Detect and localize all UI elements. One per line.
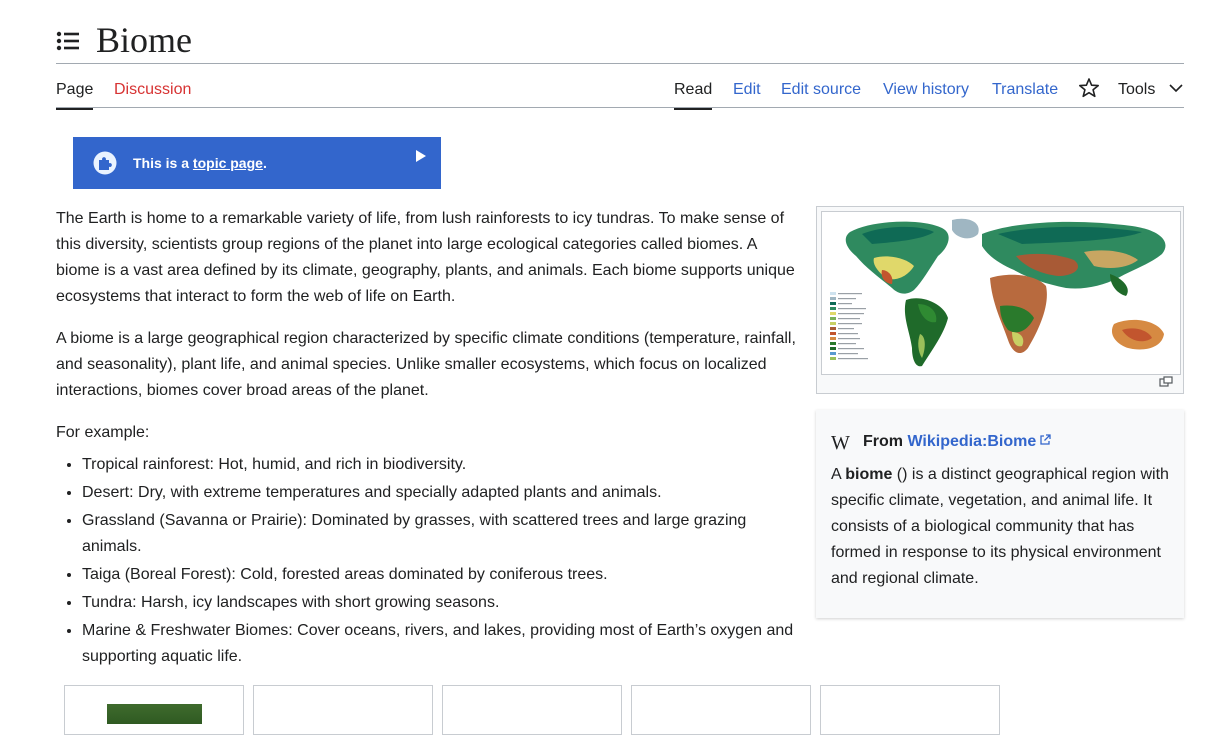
tools-menu[interactable]: Tools — [1118, 80, 1155, 100]
intro-paragraph-2: A biome is a large geographical region c… — [56, 330, 796, 399]
page-tabs: Page Discussion Read Edit Edit source Vi… — [56, 74, 1184, 110]
excerpt-body: () is a distinct geographical region wit… — [831, 466, 1169, 587]
excerpt-text: A biome () is a distinct geographical re… — [831, 462, 1171, 592]
chevron-down-icon[interactable] — [1169, 83, 1183, 93]
page-title: Biome — [96, 20, 192, 60]
list-item: Desert: Dry, with extreme temperatures a… — [82, 480, 796, 506]
gallery-item[interactable] — [820, 685, 1000, 735]
gallery-item[interactable] — [442, 685, 622, 735]
tabs-divider — [56, 107, 1184, 108]
list-icon[interactable] — [56, 30, 80, 52]
list-item: Grassland (Savanna or Prairie): Dominate… — [82, 508, 796, 560]
example-label: For example: — [56, 424, 150, 441]
title-divider — [56, 63, 1184, 64]
topic-banner: This is a topic page. — [73, 137, 441, 189]
tab-discussion[interactable]: Discussion — [114, 80, 191, 100]
tab-view-history[interactable]: View history — [883, 80, 969, 100]
excerpt-prefix: A — [831, 466, 846, 483]
from-label: From — [863, 433, 903, 450]
biome-examples-list: Tropical rainforest: Hot, humid, and ric… — [56, 452, 796, 670]
tab-read[interactable]: Read — [674, 80, 713, 110]
wikipedia-logo-icon: W — [831, 432, 850, 454]
gallery-item[interactable] — [64, 685, 244, 735]
list-item: Tundra: Harsh, icy landscapes with short… — [82, 590, 796, 616]
external-link-icon — [1040, 434, 1051, 445]
play-icon[interactable] — [415, 149, 427, 163]
gallery-item[interactable] — [253, 685, 433, 735]
list-item: Tropical rainforest: Hot, humid, and ric… — [82, 452, 796, 478]
banner-prefix: This is a — [133, 155, 193, 171]
article-body: The Earth is home to a remarkable variet… — [56, 206, 796, 672]
wikipedia-excerpt-card: W From Wikipedia:Biome A biome () is a d… — [816, 410, 1184, 618]
list-item: Taiga (Boreal Forest): Cold, forested ar… — [82, 562, 796, 588]
intro-paragraph-1: The Earth is home to a remarkable variet… — [56, 210, 795, 305]
wikipedia-source-link[interactable]: Wikipedia:Biome — [907, 433, 1051, 450]
excerpt-bold-term: biome — [845, 466, 893, 483]
biome-map-figure[interactable] — [816, 206, 1184, 394]
tab-edit-source[interactable]: Edit source — [781, 80, 861, 100]
banner-text: This is a topic page. — [133, 154, 267, 172]
source-link-text[interactable]: Wikipedia:Biome — [907, 433, 1036, 450]
world-map-illustration — [822, 212, 1180, 374]
list-item: Marine & Freshwater Biomes: Cover oceans… — [82, 618, 796, 670]
gallery-thumbnail[interactable] — [107, 704, 202, 724]
star-icon[interactable] — [1078, 77, 1100, 99]
tab-edit[interactable]: Edit — [733, 80, 761, 100]
excerpt-source: From Wikipedia:Biome — [863, 432, 1051, 452]
topic-page-link[interactable]: topic page — [193, 155, 263, 171]
biome-map-image[interactable] — [821, 211, 1181, 375]
banner-suffix: . — [262, 155, 267, 171]
tab-translate[interactable]: Translate — [992, 80, 1058, 100]
tab-page[interactable]: Page — [56, 80, 94, 110]
gallery-item[interactable] — [631, 685, 811, 735]
expand-icon[interactable] — [1159, 376, 1173, 388]
puzzle-icon — [93, 151, 117, 175]
